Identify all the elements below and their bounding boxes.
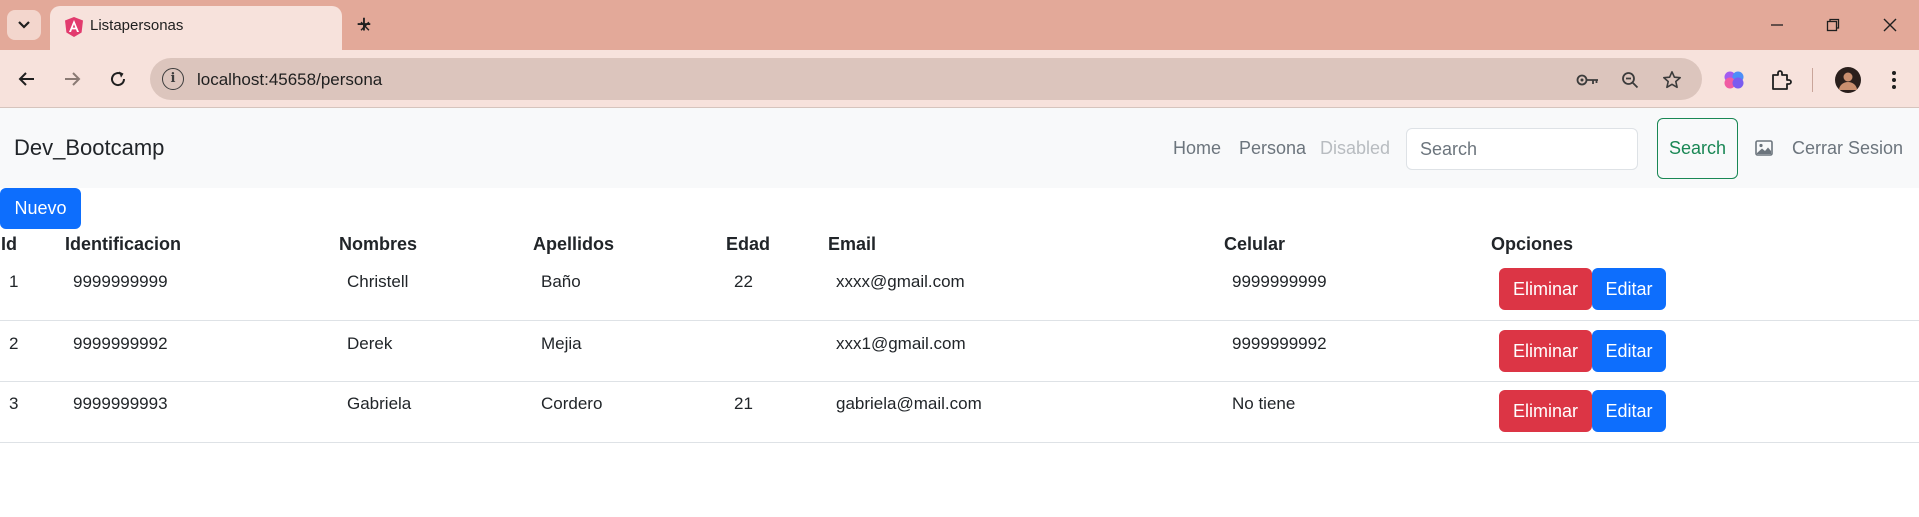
close-window-icon[interactable] xyxy=(1877,12,1903,38)
edit-button[interactable]: Editar xyxy=(1592,268,1666,310)
cell-nombres: Derek xyxy=(347,334,393,353)
zoom-icon[interactable] xyxy=(1618,68,1642,92)
url-text[interactable]: localhost:45658/persona xyxy=(197,70,382,90)
column-header-nombres: Nombres xyxy=(339,234,418,254)
column-header-celular: Celular xyxy=(1224,234,1286,254)
cell-edad: 22 xyxy=(734,272,753,291)
tab-search-button[interactable] xyxy=(7,10,41,40)
new-person-button[interactable]: Nuevo xyxy=(0,188,81,229)
column-header-edad: Edad xyxy=(726,234,771,254)
cell-identificacion: 9999999999 xyxy=(73,272,168,291)
toolbar-separator xyxy=(1812,68,1813,92)
cell-email: gabriela@mail.com xyxy=(836,394,982,413)
cell-email: xxxx@gmail.com xyxy=(836,272,965,291)
cell-id: 1 xyxy=(9,272,19,291)
cell-apellidos: Baño xyxy=(541,272,581,291)
cell-nombres: Christell xyxy=(347,272,409,291)
chevron-down-icon xyxy=(18,21,30,29)
edit-button[interactable]: Editar xyxy=(1592,330,1666,372)
cell-identificacion: 9999999993 xyxy=(73,394,168,413)
cell-celular: 9999999992 xyxy=(1232,334,1327,353)
delete-button[interactable]: Eliminar xyxy=(1499,390,1592,432)
tab-title: Listapersonas xyxy=(90,17,184,34)
app-navbar: Dev_Bootcamp Home Persona Disabled Searc… xyxy=(0,108,1919,188)
angular-favicon-icon xyxy=(65,17,83,37)
delete-button[interactable]: Eliminar xyxy=(1499,268,1592,310)
browser-tab-strip: Listapersonas × + xyxy=(0,0,1919,50)
search-button[interactable]: Search xyxy=(1657,118,1738,179)
nav-link-persona[interactable]: Persona xyxy=(1239,138,1306,159)
new-tab-button[interactable]: + xyxy=(352,11,376,39)
image-icon xyxy=(1755,140,1773,156)
column-header-id: Id xyxy=(1,234,17,254)
kebab-menu-icon[interactable] xyxy=(1880,66,1908,94)
address-bar[interactable]: i localhost:45658/persona xyxy=(150,58,1702,100)
cell-celular: No tiene xyxy=(1232,394,1296,413)
column-header-apellidos: Apellidos xyxy=(533,234,615,254)
table-row: 2 9999999992 Derek Mejia xxx1@gmail.com … xyxy=(0,321,1919,382)
cell-identificacion: 9999999992 xyxy=(73,334,168,353)
ai-extension-icon[interactable] xyxy=(1720,66,1748,94)
bookmark-star-icon[interactable] xyxy=(1660,68,1684,92)
avatar[interactable] xyxy=(1834,66,1862,94)
table-row: 1 9999999999 Christell Baño 22 xxxx@gmai… xyxy=(0,260,1919,321)
restore-icon[interactable] xyxy=(1820,12,1846,38)
column-header-email: Email xyxy=(828,234,877,254)
brand-link[interactable]: Dev_Bootcamp xyxy=(14,135,164,161)
column-header-opciones: Opciones xyxy=(1491,234,1574,254)
cell-email: xxx1@gmail.com xyxy=(836,334,966,353)
site-info-icon[interactable]: i xyxy=(162,68,184,90)
password-key-icon[interactable] xyxy=(1576,68,1600,92)
edit-button[interactable]: Editar xyxy=(1592,390,1666,432)
reload-icon[interactable] xyxy=(104,65,132,93)
nav-link-home[interactable]: Home xyxy=(1173,138,1221,159)
search-input[interactable] xyxy=(1406,128,1638,170)
cell-nombres: Gabriela xyxy=(347,394,412,413)
logout-link[interactable]: Cerrar Sesion xyxy=(1792,138,1903,159)
browser-tab[interactable]: Listapersonas × xyxy=(50,6,371,50)
cell-celular: 9999999999 xyxy=(1232,272,1327,291)
browser-toolbar: i localhost:45658/persona xyxy=(0,50,1919,108)
column-header-identificacion: Identificacion xyxy=(65,234,182,254)
cell-apellidos: Mejia xyxy=(541,334,582,353)
back-icon[interactable] xyxy=(13,65,41,93)
cell-id: 2 xyxy=(9,334,19,353)
cell-id: 3 xyxy=(9,394,19,413)
delete-button[interactable]: Eliminar xyxy=(1499,330,1592,372)
cell-apellidos: Cordero xyxy=(541,394,603,413)
nav-link-disabled: Disabled xyxy=(1320,138,1391,158)
table-row: 3 9999999993 Gabriela Cordero 21 gabriel… xyxy=(0,382,1919,443)
cell-edad: 21 xyxy=(734,394,753,413)
forward-icon[interactable] xyxy=(58,65,86,93)
minimize-icon[interactable] xyxy=(1764,12,1790,38)
puzzle-icon[interactable] xyxy=(1767,66,1795,94)
